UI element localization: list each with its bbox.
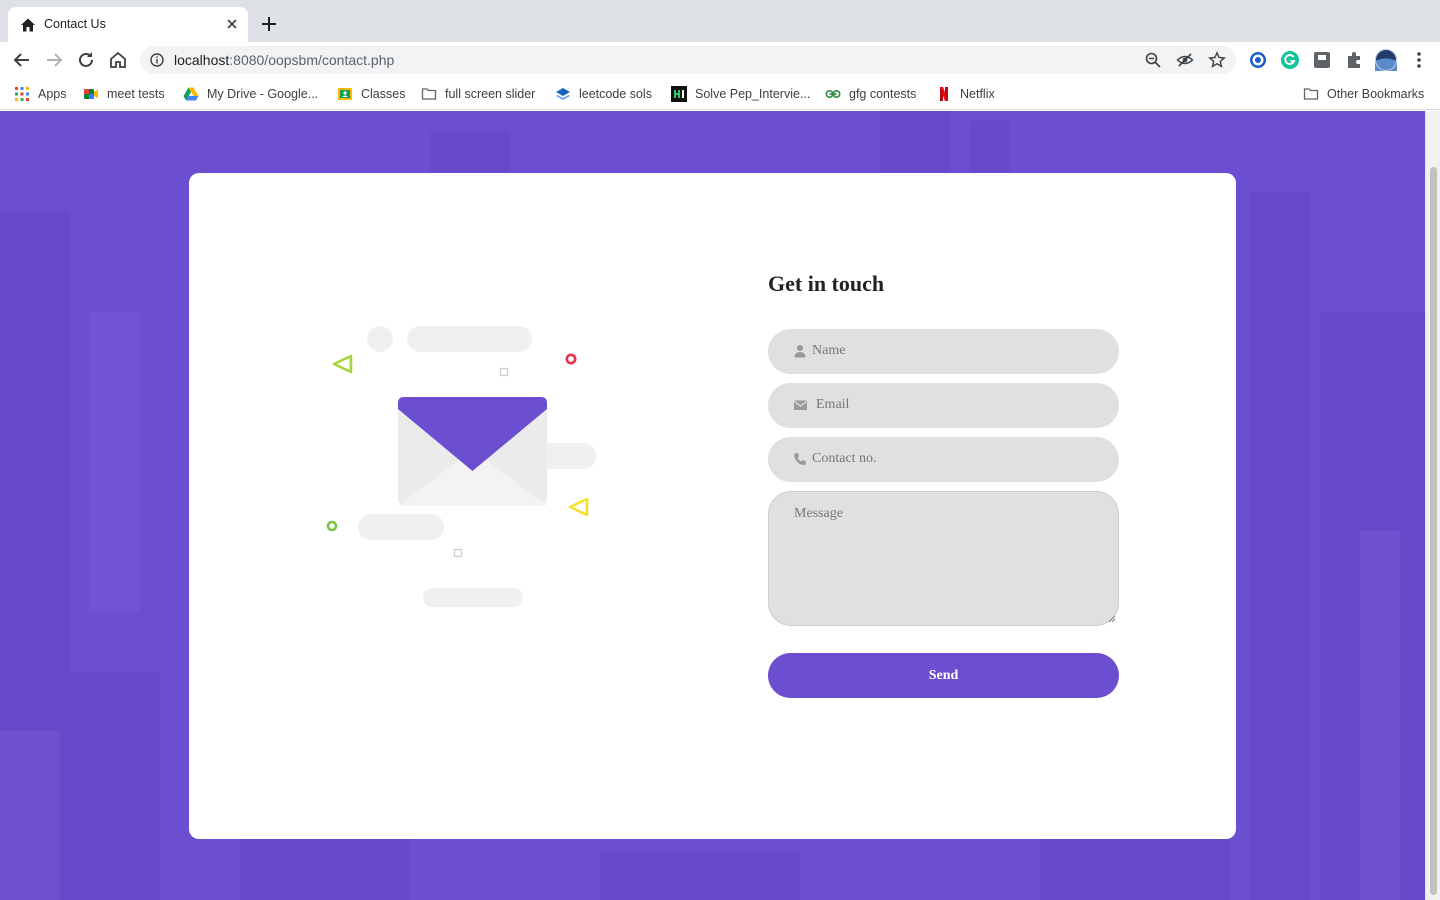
bookmark-my-drive[interactable]: My Drive - Google... bbox=[183, 85, 318, 103]
tracking-blocked-icon[interactable] bbox=[1176, 51, 1194, 69]
zoom-icon[interactable] bbox=[1144, 51, 1162, 69]
bookmark-other-bookmarks[interactable]: Other Bookmarks bbox=[1303, 85, 1424, 103]
bookmark-classes[interactable]: Classes bbox=[337, 85, 405, 103]
message-placeholder: Message bbox=[794, 506, 843, 521]
folder-icon bbox=[1303, 88, 1319, 100]
bookmark-label: gfg contests bbox=[849, 87, 917, 101]
layers-icon bbox=[556, 88, 570, 100]
apps-grid-icon bbox=[15, 87, 29, 101]
bookmark-solve-pep[interactable]: Solve Pep_Intervie... bbox=[671, 85, 810, 103]
envelope bbox=[398, 397, 547, 506]
phone-icon bbox=[794, 453, 806, 465]
envelope-illustration bbox=[326, 326, 596, 607]
new-tab-icon[interactable] bbox=[260, 15, 278, 33]
browser-toolbar: localhost:8080/oopsbm/contact.php bbox=[0, 42, 1440, 78]
bookmark-label: full screen slider bbox=[445, 87, 536, 101]
gfg-icon bbox=[825, 90, 841, 99]
bookmark-label: leetcode sols bbox=[579, 87, 652, 101]
bookmark-leetcode-sols[interactable]: leetcode sols bbox=[555, 85, 652, 103]
extension-box-icon[interactable] bbox=[1312, 50, 1332, 70]
bookmark-label: Netflix bbox=[960, 87, 995, 101]
url-text: localhost:8080/oopsbm/contact.php bbox=[174, 52, 395, 68]
contact-number-placeholder: Contact no. bbox=[812, 451, 877, 466]
user-icon bbox=[794, 345, 806, 358]
contact-card: Get in touch Name Email Contact no. Mess… bbox=[189, 173, 1236, 839]
other-bookmarks-label: Other Bookmarks bbox=[1327, 87, 1425, 101]
page-background: Get in touch Name Email Contact no. Mess… bbox=[0, 111, 1425, 900]
profile-avatar[interactable] bbox=[1375, 49, 1397, 71]
bookmark-label: Classes bbox=[361, 87, 406, 101]
puzzle-extensions-icon[interactable] bbox=[1344, 50, 1364, 70]
hackerrank-icon bbox=[671, 86, 687, 102]
address-bar[interactable]: localhost:8080/oopsbm/contact.php bbox=[140, 46, 1236, 74]
name-field[interactable]: Name bbox=[768, 329, 1119, 374]
google-drive-icon bbox=[183, 87, 199, 101]
forward-arrow-icon[interactable] bbox=[44, 50, 64, 70]
more-menu-icon[interactable] bbox=[1409, 50, 1429, 70]
bookmark-label: Apps bbox=[38, 87, 67, 101]
active-tab[interactable]: Contact Us bbox=[8, 7, 248, 42]
circle-red bbox=[565, 353, 577, 365]
bookmark-label: meet tests bbox=[107, 87, 165, 101]
email-placeholder: Email bbox=[816, 397, 850, 412]
triangle-yellow bbox=[568, 497, 589, 517]
form-title: Get in touch bbox=[768, 271, 885, 296]
home-icon bbox=[21, 18, 35, 32]
bookmark-full-screen-slider[interactable]: full screen slider bbox=[421, 85, 535, 103]
bookmarks-bar: Apps meet tests My Drive - Google... Cla… bbox=[0, 78, 1440, 110]
bookmark-apps[interactable]: Apps bbox=[14, 85, 67, 103]
message-textarea[interactable]: Message bbox=[768, 491, 1119, 626]
back-arrow-icon[interactable] bbox=[12, 50, 32, 70]
tab-title: Contact Us bbox=[44, 17, 106, 31]
email-field[interactable]: Email bbox=[768, 383, 1119, 428]
bookmark-label: My Drive - Google... bbox=[207, 87, 319, 101]
home-icon[interactable] bbox=[108, 50, 128, 70]
name-placeholder: Name bbox=[812, 343, 846, 358]
contact-number-field[interactable]: Contact no. bbox=[768, 437, 1119, 482]
info-icon[interactable] bbox=[150, 53, 164, 67]
scrollbar-thumb[interactable] bbox=[1430, 167, 1437, 895]
send-button[interactable]: Send bbox=[768, 653, 1119, 698]
star-icon[interactable] bbox=[1208, 51, 1226, 69]
circle-green bbox=[326, 520, 338, 532]
google-meet-icon bbox=[84, 89, 98, 99]
folder-icon bbox=[421, 88, 437, 100]
close-icon[interactable] bbox=[224, 16, 240, 32]
extension-a-icon[interactable] bbox=[1248, 50, 1268, 70]
bookmark-label: Solve Pep_Intervie... bbox=[695, 87, 811, 101]
reload-icon[interactable] bbox=[76, 50, 96, 70]
tab-strip: Contact Us bbox=[0, 0, 1440, 42]
bookmark-gfg-contests[interactable]: gfg contests bbox=[825, 85, 916, 103]
envelope-icon bbox=[794, 400, 807, 410]
bookmark-netflix[interactable]: Netflix bbox=[936, 85, 995, 103]
bookmark-meet-tests[interactable]: meet tests bbox=[83, 85, 165, 103]
triangle-green bbox=[332, 354, 353, 374]
grammarly-icon[interactable] bbox=[1280, 50, 1300, 70]
netflix-icon bbox=[940, 87, 948, 101]
page-scrollbar[interactable] bbox=[1425, 111, 1440, 900]
google-classroom-icon bbox=[338, 88, 352, 100]
resize-grip-icon[interactable] bbox=[1108, 615, 1116, 623]
